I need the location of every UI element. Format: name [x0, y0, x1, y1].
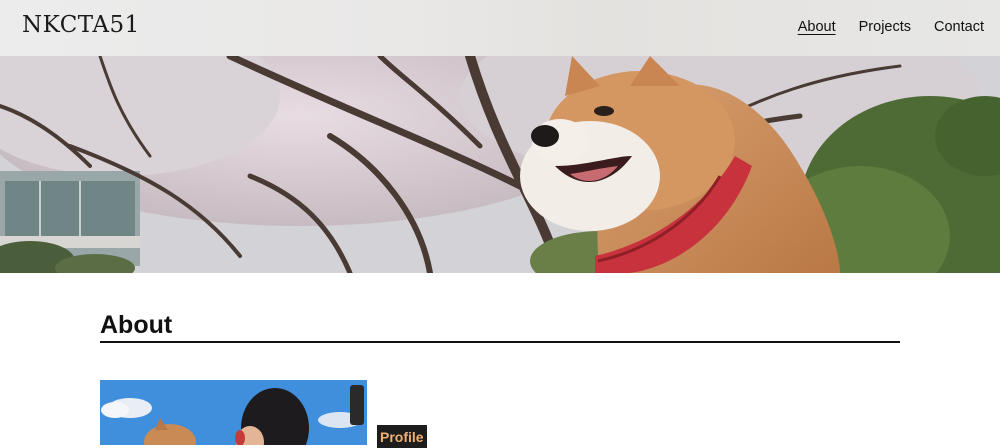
section-divider	[100, 341, 900, 343]
nav-link-projects[interactable]: Projects	[859, 19, 911, 35]
about-section-title: About	[100, 311, 173, 339]
nav-link-about[interactable]: About	[798, 19, 836, 35]
site-logo[interactable]: NKCTA51	[22, 12, 140, 38]
profile-photo	[100, 380, 367, 445]
main-nav: About Projects Contact	[798, 19, 984, 35]
hero-banner-image	[0, 56, 1000, 273]
site-header: NKCTA51 About Projects Contact	[0, 0, 1000, 56]
nav-link-contact[interactable]: Contact	[934, 19, 984, 35]
